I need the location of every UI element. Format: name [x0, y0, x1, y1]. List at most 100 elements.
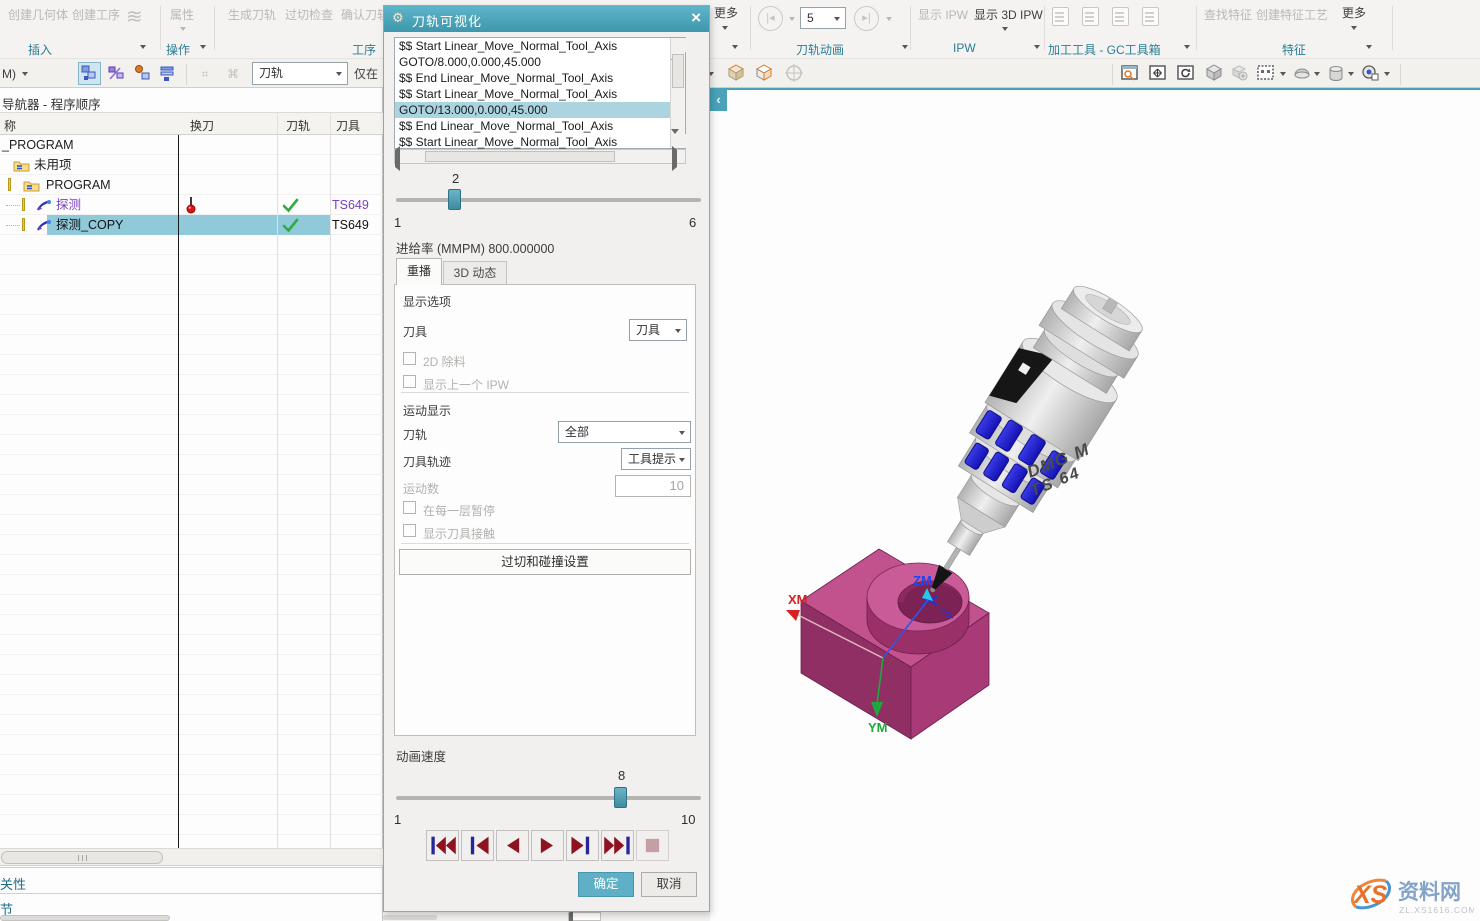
animation-step-spinner[interactable]: 5 — [800, 7, 846, 29]
scroll-up-button[interactable] — [671, 38, 686, 52]
play-first-button[interactable] — [426, 830, 459, 861]
machining-tool-icon[interactable] — [1082, 7, 1099, 26]
column-name[interactable]: 称 — [4, 117, 16, 134]
scroll-left-button[interactable] — [395, 150, 408, 163]
window-grid-icon[interactable] — [1256, 63, 1276, 88]
verify-toolpath-button[interactable]: 确认刀轨 — [341, 8, 389, 22]
solid-cube-icon[interactable] — [1204, 63, 1224, 88]
tree-row-program[interactable]: PROGRAM — [0, 175, 383, 195]
create-feature-process-button[interactable]: 创建特征工艺 — [1256, 8, 1328, 22]
list-vertical-scrollbar[interactable] — [670, 38, 685, 148]
goto-last-caret-icon[interactable] — [886, 17, 892, 21]
column-separator[interactable] — [277, 112, 278, 848]
toolpath-view-combo[interactable]: 刀轨 — [252, 62, 348, 85]
details-scrollbar-thumb[interactable] — [0, 915, 170, 921]
display-eye-icon[interactable] — [1360, 63, 1380, 88]
more-right-caret-icon[interactable] — [1351, 26, 1357, 30]
tree-row-unused-items[interactable]: 未用项 — [0, 155, 383, 175]
cancel-button[interactable]: 取消 — [641, 872, 697, 897]
tool-display-combo[interactable]: 刀具 — [629, 319, 687, 341]
position-slider-track[interactable] — [396, 198, 701, 202]
scroll-left-mini-button[interactable] — [568, 912, 601, 921]
view-combo-clipped[interactable]: M) — [2, 67, 16, 81]
gouge-collision-settings-button[interactable]: 过切和碰撞设置 — [399, 549, 691, 575]
properties-caret-icon[interactable] — [180, 27, 186, 31]
dependencies-section-header[interactable]: 关性 — [0, 874, 26, 893]
window-search-icon[interactable] — [1120, 63, 1140, 88]
machining-tool-icon[interactable] — [1112, 7, 1129, 26]
wireframe-cube-icon[interactable] — [754, 63, 774, 88]
find-feature-button[interactable]: 查找特征 — [1204, 8, 1252, 22]
stop-button[interactable] — [636, 830, 669, 861]
toolpath-range-combo[interactable]: 全部 — [558, 421, 691, 443]
group-feature-caret-icon[interactable] — [1366, 45, 1372, 49]
goto-first-caret-icon[interactable] — [789, 17, 795, 21]
play-forward-button[interactable] — [531, 830, 564, 861]
gcode-line[interactable]: $$ Start Linear_Move_Normal_Tool_Axis — [395, 38, 685, 54]
tree-row-nc-program[interactable]: _PROGRAM — [0, 135, 383, 155]
overflow-caret-icon[interactable] — [732, 45, 738, 49]
tab-3d-dynamic[interactable]: 3D 动态 — [443, 261, 507, 285]
toolpath-filter-icon[interactable] — [106, 63, 127, 89]
navigator-horizontal-scrollbar[interactable] — [0, 848, 383, 866]
spinner-caret-icon[interactable] — [834, 17, 840, 21]
gouge-check-button[interactable]: 过切检查 — [285, 8, 333, 22]
section-shell-caret-icon[interactable] — [1314, 72, 1320, 76]
partial-scrollbar[interactable] — [383, 915, 437, 920]
goto-last-move-button[interactable]: ▸| — [854, 6, 879, 31]
scrollbar-thumb[interactable] — [1, 851, 163, 864]
goto-first-move-button[interactable]: |◂ — [758, 6, 783, 31]
gcode-line[interactable]: $$ End Linear_Move_Normal_Tool_Axis — [395, 70, 685, 86]
motion-count-input[interactable]: 10 — [615, 475, 691, 497]
gcode-line[interactable]: $$ End Linear_Move_Normal_Tool_Axis — [395, 118, 685, 134]
gcode-listbox[interactable]: $$ Start Linear_Move_Normal_Tool_Axis GO… — [394, 37, 686, 149]
column-toolpath[interactable]: 刀轨 — [286, 117, 310, 134]
window-grid-caret-icon[interactable] — [1280, 72, 1286, 76]
tree-row-probe-copy-operation[interactable]: 探测_COPY TS649 — [0, 215, 383, 235]
group-gc-toolbox-caret-icon[interactable] — [1184, 45, 1190, 49]
column-tool-change[interactable]: 换刀 — [190, 117, 214, 134]
column-separator[interactable] — [330, 112, 331, 848]
shaded-cube-icon[interactable] — [726, 63, 746, 88]
group-toolpath-animation-caret-icon[interactable] — [902, 45, 908, 49]
panel-collapse-tab[interactable]: ‹ — [710, 90, 727, 111]
display-eye-caret-icon[interactable] — [1384, 72, 1390, 76]
combo-caret-icon[interactable] — [675, 329, 681, 333]
step-forward-button[interactable] — [566, 830, 599, 861]
more-left-caret-icon[interactable] — [722, 26, 728, 30]
combo-caret-icon[interactable] — [679, 458, 685, 462]
show-objects-toggle-active[interactable] — [78, 62, 101, 85]
list-horizontal-scrollbar[interactable] — [394, 149, 686, 164]
show-ipw-button[interactable]: 显示 IPW — [918, 8, 968, 22]
tool-trace-combo[interactable]: 工具提示 — [621, 448, 691, 470]
machining-tool-icon[interactable] — [1142, 7, 1159, 26]
group-operation-caret-icon[interactable] — [200, 45, 206, 49]
play-backward-button[interactable] — [496, 830, 529, 861]
show-3d-ipw-caret-icon[interactable] — [1002, 27, 1008, 31]
surface-wave-icon[interactable]: ≋ — [126, 4, 143, 29]
gcode-line[interactable]: GOTO/8.000,0.000,45.000 — [395, 54, 685, 70]
column-separator-dark[interactable] — [178, 135, 179, 848]
pause-each-level-checkbox[interactable] — [403, 501, 416, 514]
tab-replay[interactable]: 重播 — [396, 258, 442, 285]
window-move-icon[interactable] — [1148, 63, 1168, 88]
workpiece-part[interactable] — [801, 549, 989, 739]
gcode-line-selected[interactable]: GOTO/13.000,0.000,45.000 — [395, 102, 685, 118]
machining-tool-icon[interactable] — [1052, 7, 1069, 26]
show-3d-ipw-button[interactable]: 显示 3D IPW — [974, 8, 1043, 22]
properties-button[interactable]: 属性 — [170, 8, 194, 22]
toolpath-combo-caret-icon[interactable] — [336, 72, 342, 76]
gcode-line-clipped[interactable]: $$ Start Linear_Move_Normal_Tool_Axis — [395, 134, 685, 150]
create-geometry-button[interactable]: 创建几何体 — [8, 8, 68, 22]
show-tool-contact-checkbox[interactable] — [403, 524, 416, 537]
more-button-right[interactable]: 更多 — [1342, 6, 1366, 20]
step-back-button[interactable] — [461, 830, 494, 861]
scrollbar-thumb[interactable] — [672, 54, 684, 88]
speed-slider-track[interactable] — [396, 796, 701, 800]
scroll-right-button[interactable] — [672, 150, 685, 163]
show-prev-ipw-checkbox[interactable] — [403, 375, 416, 388]
group-ipw-caret-icon[interactable] — [1034, 45, 1040, 49]
tool-display-icon[interactable] — [132, 63, 153, 89]
group-insert-caret-icon[interactable] — [140, 45, 146, 49]
dialog-close-icon[interactable]: × — [691, 8, 701, 28]
